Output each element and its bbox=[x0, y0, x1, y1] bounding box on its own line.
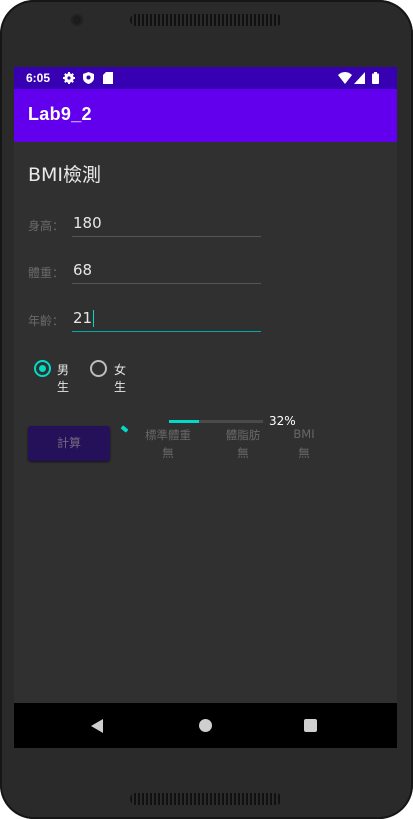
phone-frame: 6:05 Lab9_2 BMI檢測 身高： 180 體重： 68 年齡： 21 … bbox=[0, 0, 413, 819]
male-radio[interactable] bbox=[34, 360, 51, 377]
weight-value: 68 bbox=[73, 261, 93, 279]
status-time: 6:05 bbox=[26, 71, 51, 85]
progress-bar-fill bbox=[169, 420, 200, 423]
male-radio-label[interactable]: 男生 bbox=[57, 361, 69, 395]
bmi-value: 無 bbox=[298, 446, 310, 460]
navigation-bar bbox=[14, 703, 397, 748]
text-cursor bbox=[93, 310, 95, 327]
shield-icon bbox=[83, 72, 94, 84]
device-screen: 6:05 Lab9_2 BMI檢測 身高： 180 體重： 68 年齡： 21 … bbox=[14, 67, 397, 748]
weight-label: 體重： bbox=[28, 266, 65, 280]
progress-percent: 32% bbox=[269, 414, 296, 428]
app-bar: Lab9_2 bbox=[14, 89, 397, 142]
weight-input[interactable]: 68 bbox=[72, 257, 261, 284]
status-bar: 6:05 bbox=[14, 67, 397, 89]
age-value: 21 bbox=[73, 309, 93, 327]
home-icon[interactable] bbox=[199, 719, 212, 732]
battery-icon bbox=[372, 72, 379, 84]
progress-bar bbox=[169, 420, 263, 423]
app-title: Lab9_2 bbox=[28, 104, 92, 124]
sd-card-icon bbox=[103, 72, 113, 84]
age-label: 年齡： bbox=[28, 314, 65, 328]
standard-weight-label: 標準體重 bbox=[145, 428, 191, 442]
bmi-label: BMI bbox=[293, 427, 315, 441]
gear-icon bbox=[63, 72, 75, 84]
top-speaker bbox=[130, 14, 282, 26]
body-fat-label: 體脂肪 bbox=[225, 428, 261, 442]
recents-icon[interactable] bbox=[304, 719, 317, 732]
height-value: 180 bbox=[73, 214, 102, 232]
calculate-button[interactable]: 計算 bbox=[28, 426, 110, 461]
standard-weight-value: 無 bbox=[162, 446, 174, 460]
front-camera bbox=[71, 14, 83, 26]
female-radio[interactable] bbox=[90, 360, 107, 377]
back-icon[interactable] bbox=[91, 719, 103, 733]
bottom-speaker bbox=[130, 793, 282, 805]
height-label: 身高： bbox=[28, 219, 65, 233]
loading-spinner-icon bbox=[120, 425, 129, 433]
wifi-icon bbox=[338, 72, 352, 84]
body-fat-value: 無 bbox=[237, 446, 249, 460]
main-content: BMI檢測 身高： 180 體重： 68 年齡： 21 男生 女生 計算 32%… bbox=[14, 142, 397, 703]
signal-icon bbox=[354, 72, 365, 84]
height-input[interactable]: 180 bbox=[72, 210, 261, 237]
female-radio-label[interactable]: 女生 bbox=[114, 361, 126, 395]
age-input[interactable]: 21 bbox=[72, 305, 261, 332]
page-title: BMI檢測 bbox=[28, 164, 102, 186]
